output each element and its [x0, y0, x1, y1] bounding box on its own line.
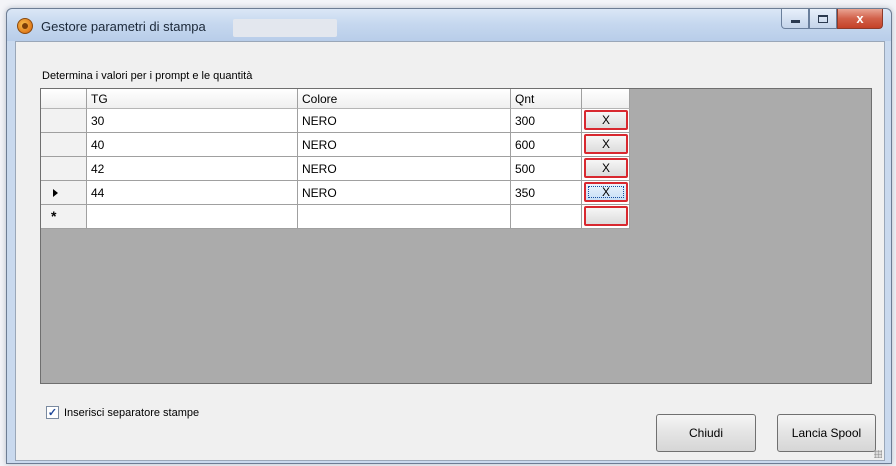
close-button[interactable]: x	[837, 9, 883, 29]
cell-tg[interactable]: 40	[87, 133, 298, 157]
print-params-window: Gestore parametri di stampa x Determina …	[6, 8, 892, 464]
cell-qnt[interactable]: 350	[511, 181, 582, 205]
maximize-button[interactable]	[809, 9, 837, 29]
cell-colore[interactable]: NERO	[298, 181, 511, 205]
row-header[interactable]: *	[41, 205, 87, 229]
separator-option[interactable]: ✓ Inserisci separatore stampe	[46, 406, 199, 419]
redacted-title-area	[233, 19, 337, 37]
prompt-label: Determina i valori per i prompt e le qua…	[42, 70, 253, 82]
new-row-star-icon: *	[51, 208, 57, 224]
cell-qnt[interactable]: 300	[511, 109, 582, 133]
maximize-icon	[818, 14, 828, 23]
cell-qnt[interactable]: 500	[511, 157, 582, 181]
launch-spool-button[interactable]: Lancia Spool	[777, 414, 876, 452]
resize-grip[interactable]	[874, 450, 882, 458]
column-header-tg[interactable]: TG	[87, 89, 298, 109]
grid-corner-header[interactable]	[41, 89, 87, 109]
column-header-qnt[interactable]: Qnt	[511, 89, 582, 109]
table-new-row[interactable]: *	[41, 205, 630, 229]
cell-delete: X	[582, 133, 630, 157]
checkmark-icon: ✓	[47, 407, 58, 419]
close-dialog-button[interactable]: Chiudi	[656, 414, 756, 452]
table-row[interactable]: 42 NERO 500 X	[41, 157, 630, 181]
table-row[interactable]: 30 NERO 300 X	[41, 109, 630, 133]
table-row-current[interactable]: 44 NERO 350 X	[41, 181, 630, 205]
caption-buttons: x	[781, 9, 883, 29]
column-header-colore[interactable]: Colore	[298, 89, 511, 109]
cell-delete	[582, 205, 630, 229]
cell-colore[interactable]: NERO	[298, 157, 511, 181]
minimize-button[interactable]	[781, 9, 809, 29]
separator-checkbox[interactable]: ✓	[46, 406, 59, 419]
cell-colore[interactable]: NERO	[298, 133, 511, 157]
cell-tg[interactable]: 42	[87, 157, 298, 181]
cell-tg[interactable]: 44	[87, 181, 298, 205]
row-header[interactable]	[41, 157, 87, 181]
delete-row-button[interactable]: X	[584, 182, 628, 202]
cell-qnt[interactable]: 600	[511, 133, 582, 157]
cell-tg[interactable]: 30	[87, 109, 298, 133]
cell-colore[interactable]: NERO	[298, 109, 511, 133]
app-icon	[17, 18, 33, 34]
title-bar[interactable]: Gestore parametri di stampa x	[7, 9, 891, 41]
cell-delete: X	[582, 181, 630, 205]
delete-row-button[interactable]	[584, 206, 628, 226]
close-icon: x	[856, 11, 864, 26]
row-header[interactable]	[41, 133, 87, 157]
separator-checkbox-label[interactable]: Inserisci separatore stampe	[64, 407, 199, 419]
row-header[interactable]	[41, 109, 87, 133]
minimize-icon	[790, 20, 800, 23]
delete-row-button[interactable]: X	[584, 134, 628, 154]
params-grid[interactable]: TG Colore Qnt 30 NERO 300 X 40 NERO 600	[40, 88, 872, 384]
client-area: Determina i valori per i prompt e le qua…	[15, 41, 885, 461]
table-row[interactable]: 40 NERO 600 X	[41, 133, 630, 157]
column-header-delete[interactable]	[582, 89, 630, 109]
cell-qnt[interactable]	[511, 205, 582, 229]
row-header[interactable]	[41, 181, 87, 205]
current-row-arrow-icon	[53, 189, 58, 197]
cell-colore[interactable]	[298, 205, 511, 229]
cell-delete: X	[582, 157, 630, 181]
delete-row-button[interactable]: X	[584, 110, 628, 130]
cell-delete: X	[582, 109, 630, 133]
cell-tg[interactable]	[87, 205, 298, 229]
window-title: Gestore parametri di stampa	[41, 19, 206, 34]
delete-row-button[interactable]: X	[584, 158, 628, 178]
